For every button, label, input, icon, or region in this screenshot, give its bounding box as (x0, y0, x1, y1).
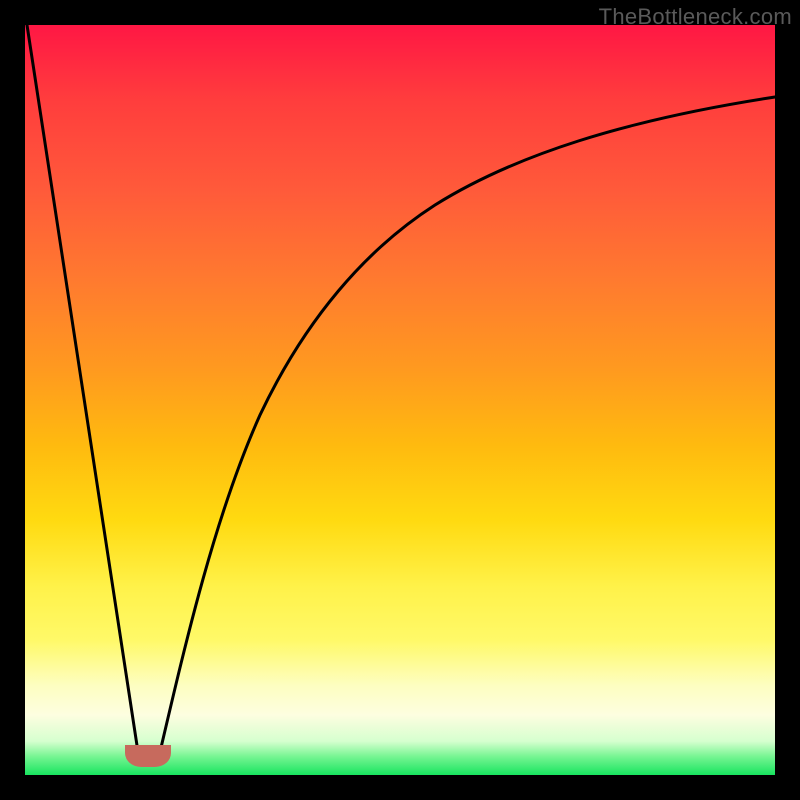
curve-right-segment (160, 97, 775, 752)
bottleneck-curve (25, 25, 775, 775)
chart-frame: TheBottleneck.com (0, 0, 800, 800)
watermark-text: TheBottleneck.com (599, 4, 792, 30)
valley-marker (125, 745, 171, 767)
curve-left-segment (27, 25, 138, 752)
plot-area (25, 25, 775, 775)
